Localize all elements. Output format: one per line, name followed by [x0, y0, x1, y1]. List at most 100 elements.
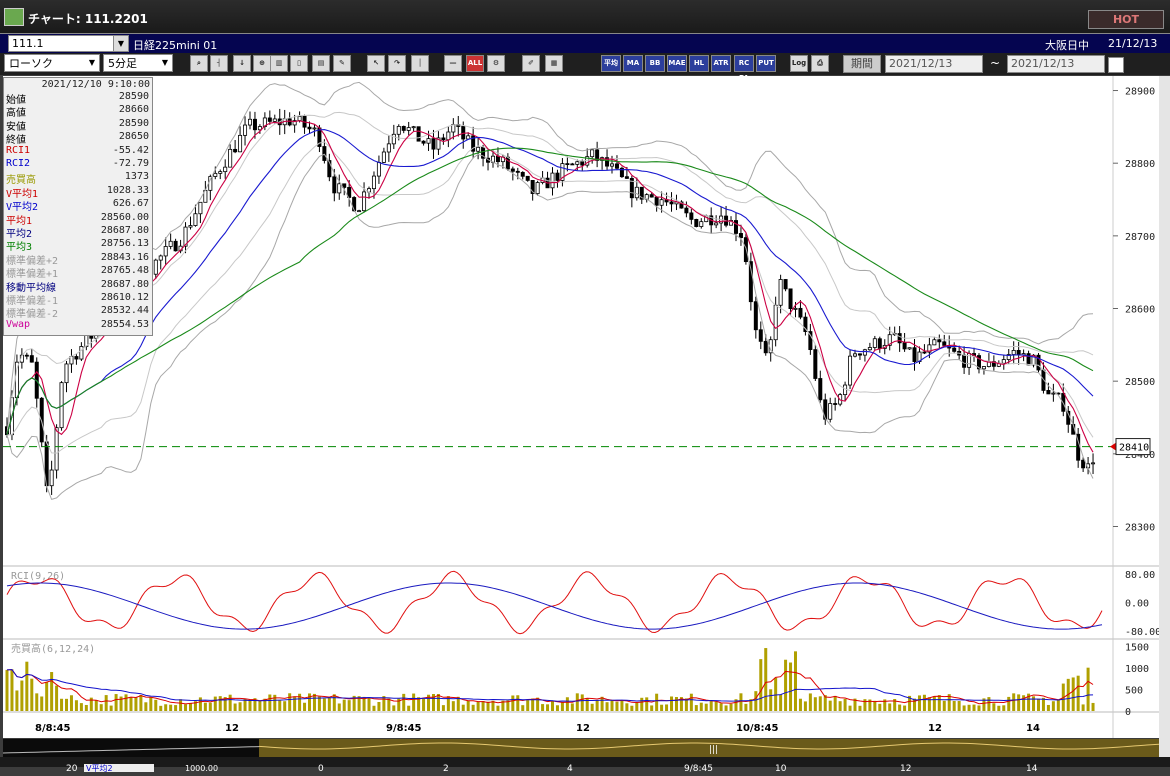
candle-body	[828, 403, 833, 420]
rci-tick-label: 80.00	[1125, 570, 1155, 581]
info-value: -72.79	[112, 158, 149, 169]
volume-bar	[312, 693, 316, 711]
tool-icon[interactable]: ✐	[522, 55, 540, 72]
volume-bar	[620, 700, 624, 711]
pen-icon[interactable]: ✎	[333, 55, 351, 72]
indicator-button-6[interactable]: RC PA	[734, 55, 754, 82]
candle-body	[233, 148, 238, 153]
volume-bar	[878, 703, 882, 711]
indicator-button-2[interactable]: BB	[645, 55, 665, 72]
indicator-button-7[interactable]: PUT	[756, 55, 776, 72]
symbol-input[interactable]: 111.1	[8, 35, 123, 52]
all-icon[interactable]: ALL	[466, 55, 484, 72]
chart-type-select[interactable]: ローソク ▼	[4, 54, 100, 72]
volume-bar	[372, 705, 376, 711]
candle-body	[689, 212, 694, 220]
symbol-name: 日経225mini 01	[133, 39, 218, 52]
volume-bar	[347, 700, 351, 711]
volume-bar	[476, 701, 480, 711]
volume-bar	[655, 693, 659, 711]
settings-icon[interactable]: ⚙	[487, 55, 505, 72]
indicator-button-1[interactable]: MA	[623, 55, 643, 72]
volume-bar	[640, 697, 644, 711]
arrow-icon[interactable]: ↖	[367, 55, 385, 72]
candle-body	[833, 403, 838, 405]
interval-select[interactable]: 5分足 ▼	[103, 54, 173, 72]
volume-bar	[233, 703, 237, 711]
candle-body	[867, 347, 872, 351]
candle-body	[49, 469, 54, 487]
date-checkbox[interactable]	[1108, 57, 1124, 73]
date-to-field[interactable]: 2021/12/13	[1007, 55, 1105, 73]
chart-area[interactable]: 28900 28800 28700 28600 28500 28400 28300 28410…	[3, 76, 1161, 738]
volume-bar	[764, 648, 768, 711]
cursor-icon[interactable]: ┤	[210, 55, 228, 72]
candle-body	[610, 163, 615, 167]
volume-bar	[828, 700, 832, 711]
volume-bar	[293, 696, 297, 711]
volume-bar	[461, 704, 465, 711]
candle-body	[614, 163, 619, 169]
log-scale-button[interactable]: Log	[790, 55, 808, 72]
candle-body	[416, 126, 421, 142]
chart-svg[interactable]: 2890028800287002860028500284002830028410…	[3, 76, 1161, 738]
period-button[interactable]: 期間	[843, 55, 881, 73]
volume-bar	[441, 705, 445, 711]
volume-bar	[481, 701, 485, 711]
bars-icon[interactable]: ▥	[270, 55, 288, 72]
overview-svg[interactable]: |||	[2, 739, 1160, 757]
volume-bar	[967, 704, 971, 711]
zoom-icon[interactable]: ⌕	[190, 55, 208, 72]
indicator-button-3[interactable]: MAE	[667, 55, 687, 72]
redo-icon[interactable]: ↷	[388, 55, 406, 72]
print-icon[interactable]: ⎙	[811, 55, 829, 72]
volume-bar	[35, 693, 39, 711]
candle-body	[575, 161, 580, 165]
volume-bar	[109, 705, 113, 711]
candle-icon[interactable]: ▯	[290, 55, 308, 72]
overview-axis-label: 14	[1026, 764, 1038, 772]
volume-bar	[903, 705, 907, 711]
ohlc-info-panel: 2021/12/10 9:10:00 始値 28590 高値 28660 安値 28590…	[3, 77, 153, 336]
info-row: RCI1 -55.42	[6, 145, 149, 158]
hot-button[interactable]: HOT	[1088, 10, 1164, 29]
indicator-button-5[interactable]: ATR	[711, 55, 731, 72]
grid-icon[interactable]: ▤	[312, 55, 330, 72]
symbol-dropdown-icon[interactable]: ▼	[113, 35, 129, 52]
volume-bar	[714, 701, 718, 711]
partial-label: V平均2	[86, 763, 113, 772]
app-icon	[4, 8, 24, 26]
info-row: 標準偏差+2 28843.16	[6, 252, 149, 267]
candle-body	[441, 137, 446, 141]
candle-body	[813, 349, 818, 379]
mark-icon[interactable]: ↓	[233, 55, 251, 72]
overview-axis-label: 0	[318, 764, 324, 772]
candle-body	[198, 201, 203, 215]
volume-bar	[704, 703, 708, 711]
overview-scrollbar[interactable]: |||	[2, 739, 1160, 757]
info-row: 高値 28660	[6, 104, 149, 119]
indicator-button-0[interactable]: 平均	[601, 55, 621, 72]
price-tick-label: 28800	[1125, 159, 1155, 170]
volume-bar	[382, 696, 386, 711]
volume-bar	[511, 695, 515, 711]
candle-body	[312, 127, 317, 130]
hline-icon[interactable]: —	[444, 55, 462, 72]
candle-body	[694, 219, 699, 227]
line-icon[interactable]: │	[411, 55, 429, 72]
palette-icon[interactable]: ▦	[545, 55, 563, 72]
rci-tick-label: -80.00	[1125, 627, 1159, 638]
volume-bar	[342, 699, 346, 711]
volume-bar	[625, 703, 629, 711]
volume-bar	[922, 694, 926, 711]
volume-bar	[660, 704, 664, 711]
candle-body	[798, 307, 803, 318]
indicator-button-4[interactable]: HL	[689, 55, 709, 72]
candle-body	[223, 166, 228, 173]
volume-bar	[541, 704, 545, 711]
date-from-field[interactable]: 2021/12/13	[885, 55, 983, 73]
vertical-scrollbar[interactable]	[1159, 76, 1170, 757]
magnify-icon[interactable]: ⊕	[253, 55, 271, 72]
volume-bar	[188, 702, 192, 711]
candle-body	[69, 356, 74, 365]
